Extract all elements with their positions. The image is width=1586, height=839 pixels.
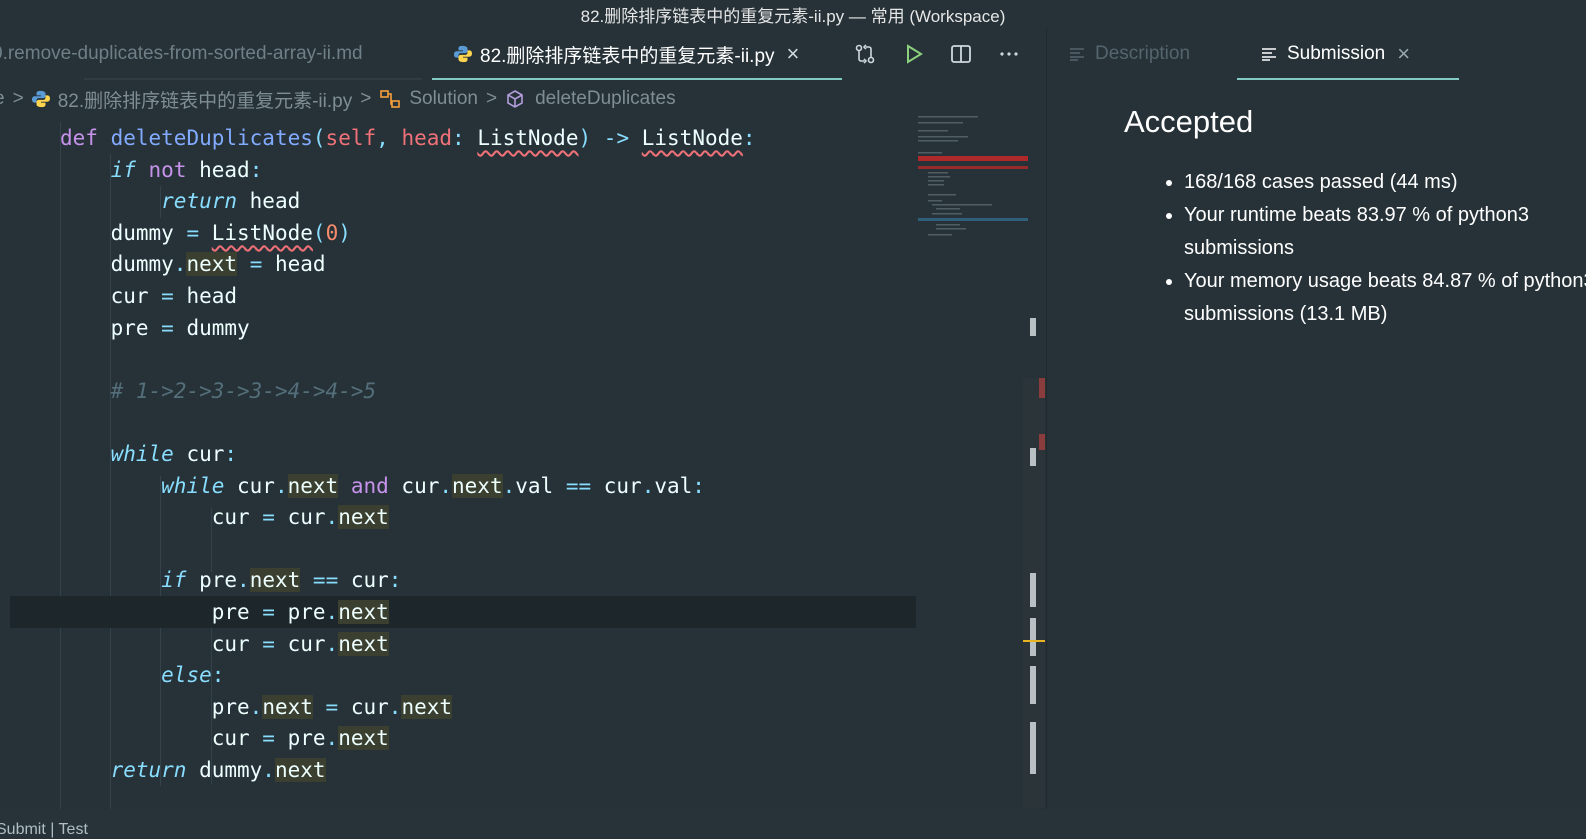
scroll-marker bbox=[1030, 448, 1036, 466]
tab-bar: 0.remove-duplicates-from-sorted-array-ii… bbox=[0, 28, 1056, 80]
tab-description-label: Description bbox=[1095, 43, 1191, 64]
tab-label: 82.删除排序链表中的重复元素-ii.py bbox=[480, 45, 775, 67]
code-line[interactable]: if not head: bbox=[10, 154, 916, 186]
scroll-marker bbox=[1030, 573, 1036, 607]
breadcrumb-item-class[interactable]: Solution bbox=[409, 88, 478, 110]
tab-submission-label: Submission bbox=[1287, 43, 1386, 64]
submission-panel: Description Submission × Accepted 168/16… bbox=[1046, 28, 1586, 809]
breadcrumb: e > 82.删除排序链表中的重复元素-ii.py > Solution > d… bbox=[0, 84, 676, 114]
code-line[interactable]: dummy.next = head bbox=[10, 248, 916, 280]
breadcrumb-separator: > bbox=[12, 88, 24, 109]
editor-actions bbox=[852, 28, 1022, 80]
code-line[interactable]: cur = cur.next bbox=[10, 628, 916, 660]
code-line[interactable]: cur = head bbox=[10, 280, 916, 312]
tab-active-python-file[interactable]: 82.删除排序链表中的重复元素-ii.py × bbox=[432, 28, 842, 80]
window-title: 82.删除排序链表中的重复元素-ii.py — 常用 (Workspace) bbox=[0, 0, 1586, 28]
tab-remove-duplicates-md[interactable]: 0.remove-duplicates-from-sorted-array-ii… bbox=[0, 28, 422, 80]
code-line[interactable]: else: bbox=[10, 659, 916, 691]
tab-submission[interactable]: Submission × bbox=[1237, 28, 1459, 80]
class-icon bbox=[380, 90, 401, 108]
editor-group: 0.remove-duplicates-from-sorted-array-ii… bbox=[0, 28, 1056, 838]
breadcrumb-item-method[interactable]: deleteDuplicates bbox=[535, 88, 675, 110]
code-line[interactable]: pre = dummy bbox=[10, 312, 916, 344]
breadcrumb-separator: > bbox=[360, 88, 372, 109]
list-item: Your runtime beats 83.97 % of python3 su… bbox=[1184, 199, 1586, 265]
list-item: 168/168 cases passed (44 ms) bbox=[1184, 166, 1586, 199]
scroll-marker bbox=[1030, 618, 1036, 656]
code-line[interactable]: def deleteDuplicates(self, head: ListNod… bbox=[10, 122, 916, 154]
code-line[interactable] bbox=[10, 533, 916, 565]
list-icon bbox=[1070, 48, 1084, 61]
breadcrumb-separator: > bbox=[486, 88, 498, 109]
result-list: 168/168 cases passed (44 ms) Your runtim… bbox=[1124, 166, 1586, 331]
code-line[interactable]: while cur: bbox=[10, 438, 916, 470]
code-line[interactable]: return dummy.next bbox=[10, 754, 916, 786]
list-item: Your memory usage beats 84.87 % of pytho… bbox=[1184, 265, 1586, 331]
code-line[interactable] bbox=[10, 343, 916, 375]
side-panel-tabs: Description Submission × bbox=[1047, 28, 1586, 80]
minimap[interactable] bbox=[918, 114, 1028, 244]
code-editor[interactable]: def deleteDuplicates(self, head: ListNod… bbox=[10, 122, 916, 809]
code-line[interactable]: cur = pre.next bbox=[10, 722, 916, 754]
breadcrumb-item-file[interactable]: 82.删除排序链表中的重复元素-ii.py bbox=[58, 86, 353, 113]
more-actions-icon[interactable] bbox=[996, 41, 1022, 67]
tab-label: 0.remove-duplicates-from-sorted-array-ii… bbox=[0, 43, 363, 64]
code-line[interactable]: dummy = ListNode(0) bbox=[10, 217, 916, 249]
scroll-marker bbox=[1030, 318, 1036, 336]
code-line[interactable]: pre = pre.next bbox=[10, 596, 916, 628]
code-line[interactable]: if pre.next == cur: bbox=[10, 564, 916, 596]
code-line[interactable]: # 1->2->3->3->4->4->5 bbox=[10, 375, 916, 407]
open-changes-icon[interactable] bbox=[852, 41, 878, 67]
code-line[interactable]: return head bbox=[10, 185, 916, 217]
result-title: Accepted bbox=[1124, 104, 1254, 139]
breadcrumb-item-folder[interactable]: e bbox=[0, 88, 5, 110]
scroll-marker bbox=[1030, 722, 1036, 774]
scroll-marker bbox=[1030, 666, 1036, 704]
python-icon bbox=[454, 45, 472, 63]
python-icon bbox=[31, 90, 50, 108]
status-bar-partial[interactable]: Submit | Test bbox=[0, 821, 88, 839]
code-line[interactable]: while cur.next and cur.next.val == cur.v… bbox=[10, 470, 916, 502]
close-icon[interactable]: × bbox=[787, 43, 800, 65]
error-marker bbox=[1039, 378, 1045, 398]
code-line[interactable] bbox=[10, 406, 916, 438]
code-line[interactable]: cur = cur.next bbox=[10, 501, 916, 533]
method-icon bbox=[507, 90, 523, 108]
split-editor-icon[interactable] bbox=[948, 41, 974, 67]
close-icon[interactable]: × bbox=[1397, 43, 1410, 65]
error-marker bbox=[1039, 434, 1045, 450]
list-icon bbox=[1262, 48, 1276, 61]
cursor-position-marker bbox=[1023, 640, 1045, 642]
editor-scrollbar[interactable] bbox=[1023, 318, 1045, 808]
run-icon[interactable] bbox=[900, 41, 926, 67]
tab-description[interactable]: Description bbox=[1069, 28, 1190, 80]
code-line[interactable]: pre.next = cur.next bbox=[10, 691, 916, 723]
